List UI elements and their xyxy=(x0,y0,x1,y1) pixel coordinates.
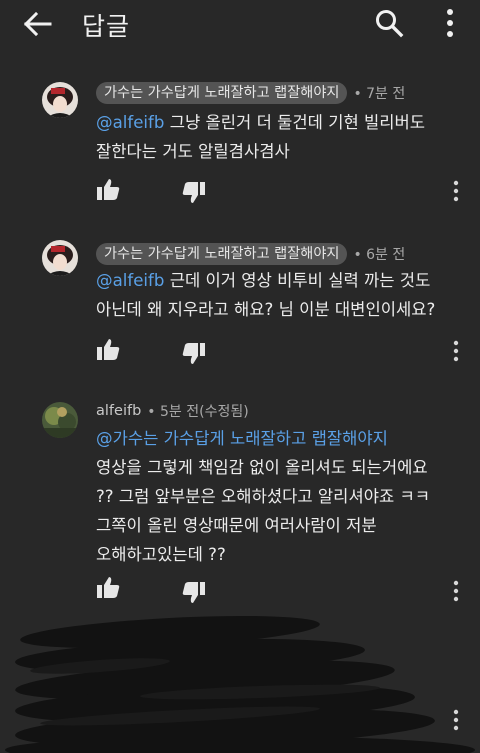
timestamp: • 6분 전 xyxy=(353,247,406,263)
more-vert-icon[interactable] xyxy=(440,6,460,40)
avatar[interactable] xyxy=(42,82,78,118)
more-vert-icon[interactable] xyxy=(450,180,462,202)
mention-link[interactable]: @alfeifb xyxy=(96,113,164,132)
dislike-icon[interactable] xyxy=(181,180,207,206)
search-icon[interactable] xyxy=(374,8,404,38)
more-vert-icon[interactable] xyxy=(450,340,462,362)
author-name[interactable]: 가수는 가수답게 노래잘하고 랩잘해야지 xyxy=(96,82,348,104)
like-icon[interactable] xyxy=(95,336,121,362)
redaction-scribble xyxy=(5,615,475,753)
comment-text: @가수는 가수답게 노래잘하고 랩잘해야지 영상을 그렇게 책임감 없이 올리셔… xyxy=(96,429,431,564)
comment-meta: 가수는 가수답게 노래잘하고 랩잘해야지 • 7분 전 xyxy=(96,81,405,105)
arrow-left-icon[interactable] xyxy=(22,10,54,38)
author-name[interactable]: 가수는 가수답게 노래잘하고 랩잘해야지 xyxy=(96,243,348,265)
mention-link[interactable]: @alfeifb xyxy=(96,271,164,290)
avatar[interactable] xyxy=(42,402,78,438)
avatar[interactable] xyxy=(42,240,78,276)
timestamp: • 7분 전 xyxy=(353,86,406,102)
dislike-icon[interactable] xyxy=(181,341,207,367)
like-icon[interactable] xyxy=(95,176,121,202)
comment-text: @alfeifb 그냥 올린거 더 둘건데 기현 빌리버도 잘한다는 거도 알릴… xyxy=(96,113,426,161)
top-app-bar: 답글 xyxy=(0,0,480,48)
comment-meta: 가수는 가수답게 노래잘하고 랩잘해야지 • 6분 전 xyxy=(96,242,405,266)
comment-meta: alfeifb • 5분 전(수정됨) xyxy=(96,399,249,423)
author-name[interactable]: alfeifb xyxy=(96,403,141,419)
like-icon[interactable] xyxy=(95,574,121,600)
mention-link[interactable]: @가수는 가수답게 노래잘하고 랩잘해야지 xyxy=(96,429,388,448)
comment-text: @alfeifb 근데 이거 영상 비투비 실력 까는 것도 아닌데 왜 지우라… xyxy=(96,271,436,319)
timestamp: • 5분 전(수정됨) xyxy=(147,404,249,420)
page-title: 답글 xyxy=(82,12,131,41)
more-vert-icon[interactable] xyxy=(450,580,462,602)
